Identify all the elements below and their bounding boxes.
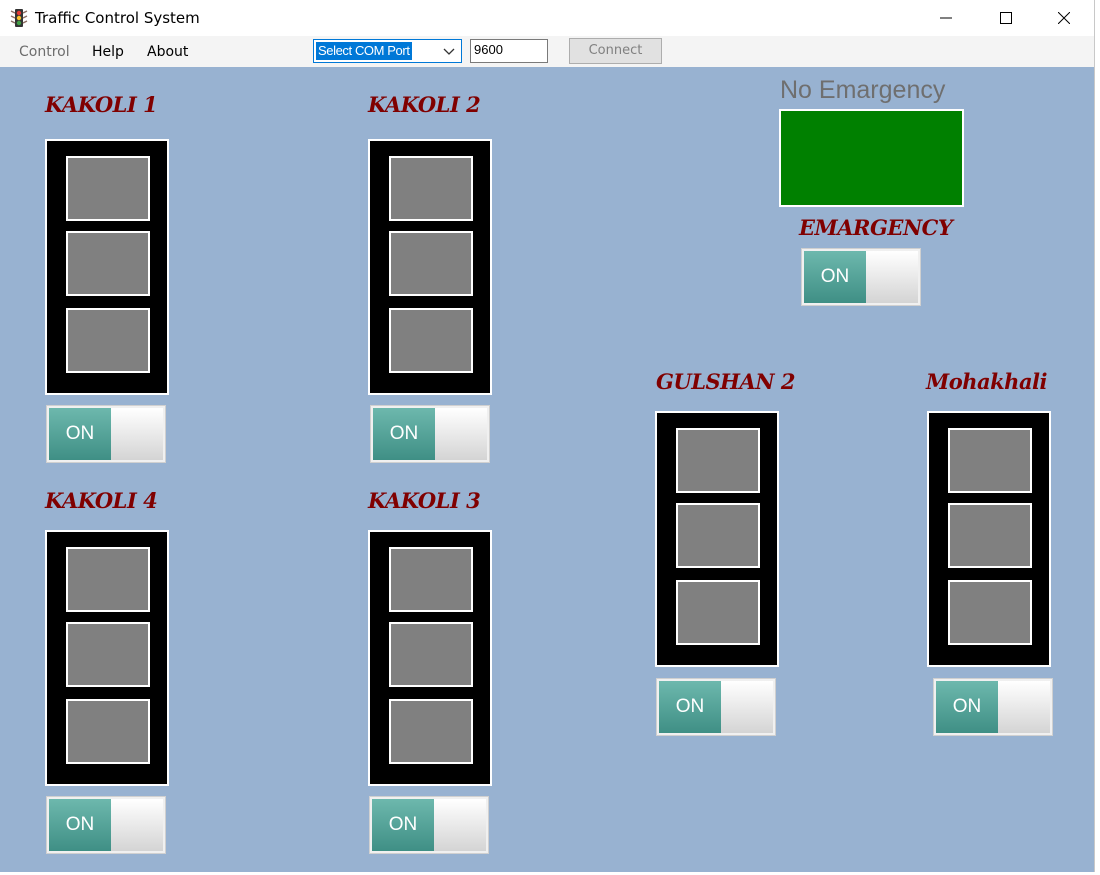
connect-button[interactable]: Connect <box>569 38 662 64</box>
signal-lamp-bottom <box>676 580 760 645</box>
station-label-kakoli-2: KAKOLI 2 <box>368 92 481 117</box>
minimize-icon <box>940 17 952 19</box>
toggle-mohakhali[interactable]: ON <box>933 678 1053 736</box>
signal-lamp-middle <box>66 231 150 296</box>
signal-lamp-top <box>66 547 150 612</box>
traffic-signal-kakoli-3 <box>368 530 492 786</box>
station-label-kakoli-4: KAKOLI 4 <box>45 488 158 513</box>
toggle-on-label: ON <box>49 799 111 851</box>
traffic-light-icon <box>10 9 28 27</box>
title-bar: Traffic Control System <box>0 0 1094 36</box>
maximize-icon <box>1000 12 1012 24</box>
toggle-kakoli-3[interactable]: ON <box>369 796 489 854</box>
signal-lamp-middle <box>676 503 760 568</box>
signal-lamp-bottom <box>389 699 473 764</box>
signal-lamp-middle <box>389 231 473 296</box>
signal-lamp-top <box>948 428 1032 493</box>
signal-lamp-top <box>389 156 473 221</box>
maximize-button[interactable] <box>977 0 1035 36</box>
emergency-status-text: No Emargency <box>780 76 946 104</box>
baud-rate-input[interactable]: 9600 <box>470 39 548 63</box>
window-title: Traffic Control System <box>35 9 200 27</box>
station-label-kakoli-1: KAKOLI 1 <box>45 92 158 117</box>
toggle-kakoli-1[interactable]: ON <box>46 405 166 463</box>
toggle-knob <box>435 408 487 460</box>
toggle-knob <box>998 681 1050 733</box>
toggle-on-label: ON <box>372 799 434 851</box>
menu-about[interactable]: About <box>147 44 188 60</box>
close-button[interactable] <box>1035 0 1093 36</box>
toggle-knob <box>721 681 773 733</box>
station-label-mohakhali: Mohakhali <box>926 369 1048 394</box>
emergency-status-indicator <box>779 109 964 207</box>
com-port-selected: Select COM Port <box>316 42 412 60</box>
toggle-knob <box>866 251 918 303</box>
toggle-gulshan-2[interactable]: ON <box>656 678 776 736</box>
toggle-on-label: ON <box>49 408 111 460</box>
station-label-gulshan-2: GULSHAN 2 <box>656 369 795 394</box>
traffic-signal-gulshan-2 <box>655 411 779 667</box>
signal-lamp-top <box>676 428 760 493</box>
emergency-label: EMARGENCY <box>799 215 953 240</box>
traffic-signal-kakoli-2 <box>368 139 492 395</box>
menu-help[interactable]: Help <box>92 44 124 60</box>
toggle-knob <box>111 799 163 851</box>
signal-lamp-top <box>66 156 150 221</box>
toggle-knob <box>434 799 486 851</box>
signal-lamp-bottom <box>66 308 150 373</box>
signal-lamp-middle <box>948 503 1032 568</box>
minimize-button[interactable] <box>917 0 975 36</box>
traffic-signal-mohakhali <box>927 411 1051 667</box>
toggle-kakoli-4[interactable]: ON <box>46 796 166 854</box>
app-window: Traffic Control System Control Help Abou… <box>0 0 1095 872</box>
toggle-kakoli-2[interactable]: ON <box>370 405 490 463</box>
toggle-on-label: ON <box>659 681 721 733</box>
signal-lamp-bottom <box>948 580 1032 645</box>
traffic-signal-kakoli-4 <box>45 530 169 786</box>
toggle-knob <box>111 408 163 460</box>
chevron-down-icon <box>443 48 455 55</box>
toggle-emergency[interactable]: ON <box>801 248 921 306</box>
signal-lamp-middle <box>389 622 473 687</box>
toggle-on-label: ON <box>804 251 866 303</box>
signal-lamp-top <box>389 547 473 612</box>
menu-control[interactable]: Control <box>19 44 70 60</box>
close-icon <box>1058 12 1070 24</box>
toggle-on-label: ON <box>373 408 435 460</box>
toggle-on-label: ON <box>936 681 998 733</box>
com-port-select[interactable]: Select COM Port <box>313 39 462 63</box>
traffic-signal-kakoli-1 <box>45 139 169 395</box>
signal-lamp-bottom <box>66 699 150 764</box>
signal-lamp-bottom <box>389 308 473 373</box>
signal-lamp-middle <box>66 622 150 687</box>
station-label-kakoli-3: KAKOLI 3 <box>368 488 481 513</box>
